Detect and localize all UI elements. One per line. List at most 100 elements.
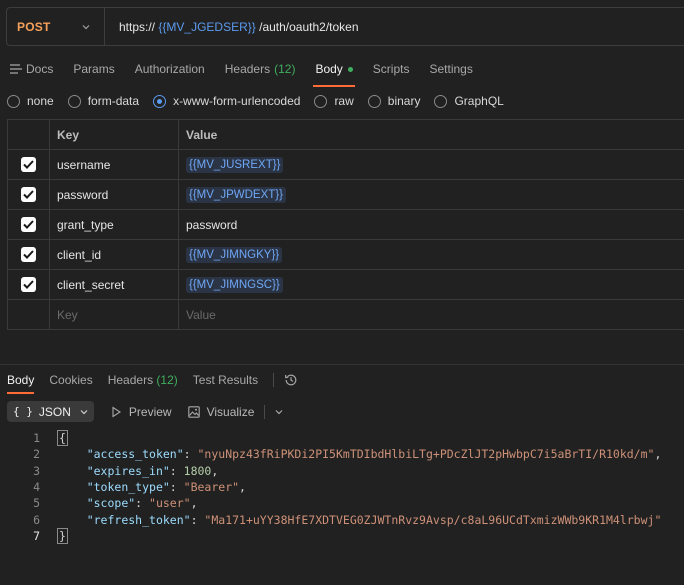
response-body-viewer[interactable]: 1 { 2 "access_token": "nyuNpz43fRiPKDi2P… xyxy=(0,430,684,544)
check-cell xyxy=(8,270,50,299)
line-number: 3 xyxy=(33,463,40,478)
row-checkbox[interactable] xyxy=(21,217,36,232)
tab-cookies[interactable]: Cookies xyxy=(49,373,92,387)
param-key[interactable]: username xyxy=(50,150,179,179)
tab-settings[interactable]: Settings xyxy=(429,58,472,80)
method-select[interactable]: POST xyxy=(7,8,105,45)
tab-test-results[interactable]: Test Results xyxy=(193,373,258,387)
tab-label: Scripts xyxy=(372,62,410,76)
url-input[interactable]: https:// {{MV_JGEDSER}} /auth/oauth2/tok… xyxy=(105,20,359,34)
radio-button[interactable] xyxy=(434,94,448,108)
table-row: client_secret {{MV_JIMNGSC}} xyxy=(8,270,684,300)
body-type-none[interactable]: none xyxy=(7,94,54,108)
body-type-raw[interactable]: raw xyxy=(314,94,354,108)
request-tabs: Docs Params Authorization Headers (12) B… xyxy=(10,58,493,87)
json-key: "access_token" xyxy=(86,447,184,462)
param-key[interactable]: password xyxy=(50,180,179,209)
json-key: "refresh_token" xyxy=(86,512,191,527)
tab-scripts[interactable]: Scripts xyxy=(373,58,410,80)
json-number: 1800 xyxy=(183,463,212,478)
body-indicator-dot xyxy=(347,66,353,72)
radio-label: x-www-form-urlencoded xyxy=(173,94,301,108)
radio-button-checked[interactable] xyxy=(153,94,167,108)
json-key: "expires_in" xyxy=(86,463,170,478)
line-content: "expires_in": 1800, xyxy=(86,463,219,478)
radio-button[interactable] xyxy=(314,94,328,108)
param-value[interactable]: {{MV_JUSREXT}} xyxy=(179,150,684,179)
url-prefix: https:// xyxy=(119,19,156,34)
play-icon xyxy=(112,405,121,418)
param-key[interactable]: grant_type xyxy=(50,210,179,239)
close-brace: } xyxy=(57,527,68,544)
pane-divider[interactable] xyxy=(0,364,684,365)
visualize-button[interactable]: Visualize xyxy=(187,404,255,419)
tab-headers[interactable]: Headers (12) xyxy=(225,58,296,80)
body-type-graphql[interactable]: GraphQL xyxy=(434,94,504,108)
history-icon[interactable] xyxy=(284,373,298,387)
headers-count: (12) xyxy=(156,373,178,387)
row-checkbox[interactable] xyxy=(21,157,36,172)
headers-count: (12) xyxy=(274,62,296,76)
tab-authorization[interactable]: Authorization xyxy=(135,58,205,80)
docs-icon xyxy=(10,64,22,74)
tab-label: Headers xyxy=(107,373,154,387)
param-value[interactable]: {{MV_JIMNGSC}} xyxy=(179,270,684,299)
param-value[interactable]: {{MV_JIMNGKY}} xyxy=(179,240,684,269)
url-bar: POST https:// {{MV_JGEDSER}} /auth/oauth… xyxy=(6,7,684,46)
code-line: 2 "access_token": "nyuNpz43fRiPKDi2PI5Km… xyxy=(0,446,684,462)
param-value[interactable]: {{MV_JPWDEXT}} xyxy=(179,180,684,209)
row-checkbox[interactable] xyxy=(21,187,36,202)
preview-button[interactable]: Preview xyxy=(110,405,172,419)
line-content: "refresh_token": "Ma171+uYY38HfE7XDTVEG0… xyxy=(86,512,662,527)
new-key-input[interactable]: Key xyxy=(50,300,179,329)
body-type-form-data[interactable]: form-data xyxy=(67,94,139,108)
code-line: 5 "scope": "user", xyxy=(0,495,684,511)
variable-chip: {{MV_JIMNGSC}} xyxy=(186,276,283,293)
tab-label: Cookies xyxy=(49,373,93,387)
check-icon xyxy=(23,160,34,169)
json-string: "Ma171+uYY38HfE7XDTVEG0ZJWTnRvz9Avsp/c8a… xyxy=(204,512,662,527)
line-number: 2 xyxy=(33,447,40,462)
chevron-down-icon xyxy=(82,24,90,29)
tab-label: Authorization xyxy=(134,62,205,76)
radio-button[interactable] xyxy=(367,94,381,108)
variable-chip: {{MV_JIMNGKY}} xyxy=(186,246,283,263)
tab-params[interactable]: Params xyxy=(73,58,114,80)
new-value-input[interactable]: Value xyxy=(179,300,684,329)
format-select[interactable]: { } JSON xyxy=(7,401,94,422)
open-brace: { xyxy=(57,430,68,447)
visualize-label: Visualize xyxy=(206,404,255,419)
body-type-urlencoded[interactable]: x-www-form-urlencoded xyxy=(153,94,300,108)
braces-icon: { } xyxy=(13,405,33,418)
chevron-down-icon[interactable] xyxy=(275,408,283,416)
radio-button[interactable] xyxy=(67,94,81,108)
tab-response-body[interactable]: Body xyxy=(7,373,35,394)
chevron-down-icon xyxy=(80,409,88,414)
table-row-empty: Key Value xyxy=(8,300,684,330)
check-cell xyxy=(8,300,50,329)
check-icon xyxy=(23,280,34,289)
check-cell xyxy=(8,210,50,239)
json-key: "scope" xyxy=(86,496,136,511)
check-icon xyxy=(23,190,34,199)
row-checkbox[interactable] xyxy=(21,247,36,262)
table-row: password {{MV_JPWDEXT}} xyxy=(8,180,684,210)
param-value[interactable]: password xyxy=(179,210,684,239)
column-header-value: Value xyxy=(186,127,218,142)
line-number: 7 xyxy=(33,528,40,543)
active-tab-underline xyxy=(313,85,355,87)
tab-body[interactable]: Body xyxy=(313,58,355,87)
tab-response-headers[interactable]: Headers (12) xyxy=(108,373,178,387)
body-type-binary[interactable]: binary xyxy=(367,94,420,108)
row-checkbox[interactable] xyxy=(21,277,36,292)
check-cell xyxy=(8,240,50,269)
tab-docs[interactable]: Docs xyxy=(10,58,53,80)
json-string: "nyuNpz43fRiPKDi2PI5KmTDIbdHlbiLTg+PDcZl… xyxy=(197,447,655,462)
table-row: client_id {{MV_JIMNGKY}} xyxy=(8,240,684,270)
param-key[interactable]: client_id xyxy=(50,240,179,269)
radio-button[interactable] xyxy=(7,94,20,108)
param-key[interactable]: client_secret xyxy=(50,270,179,299)
json-string: "user" xyxy=(149,496,191,511)
json-key: "token_type" xyxy=(86,480,170,495)
preview-label: Preview xyxy=(128,404,172,419)
